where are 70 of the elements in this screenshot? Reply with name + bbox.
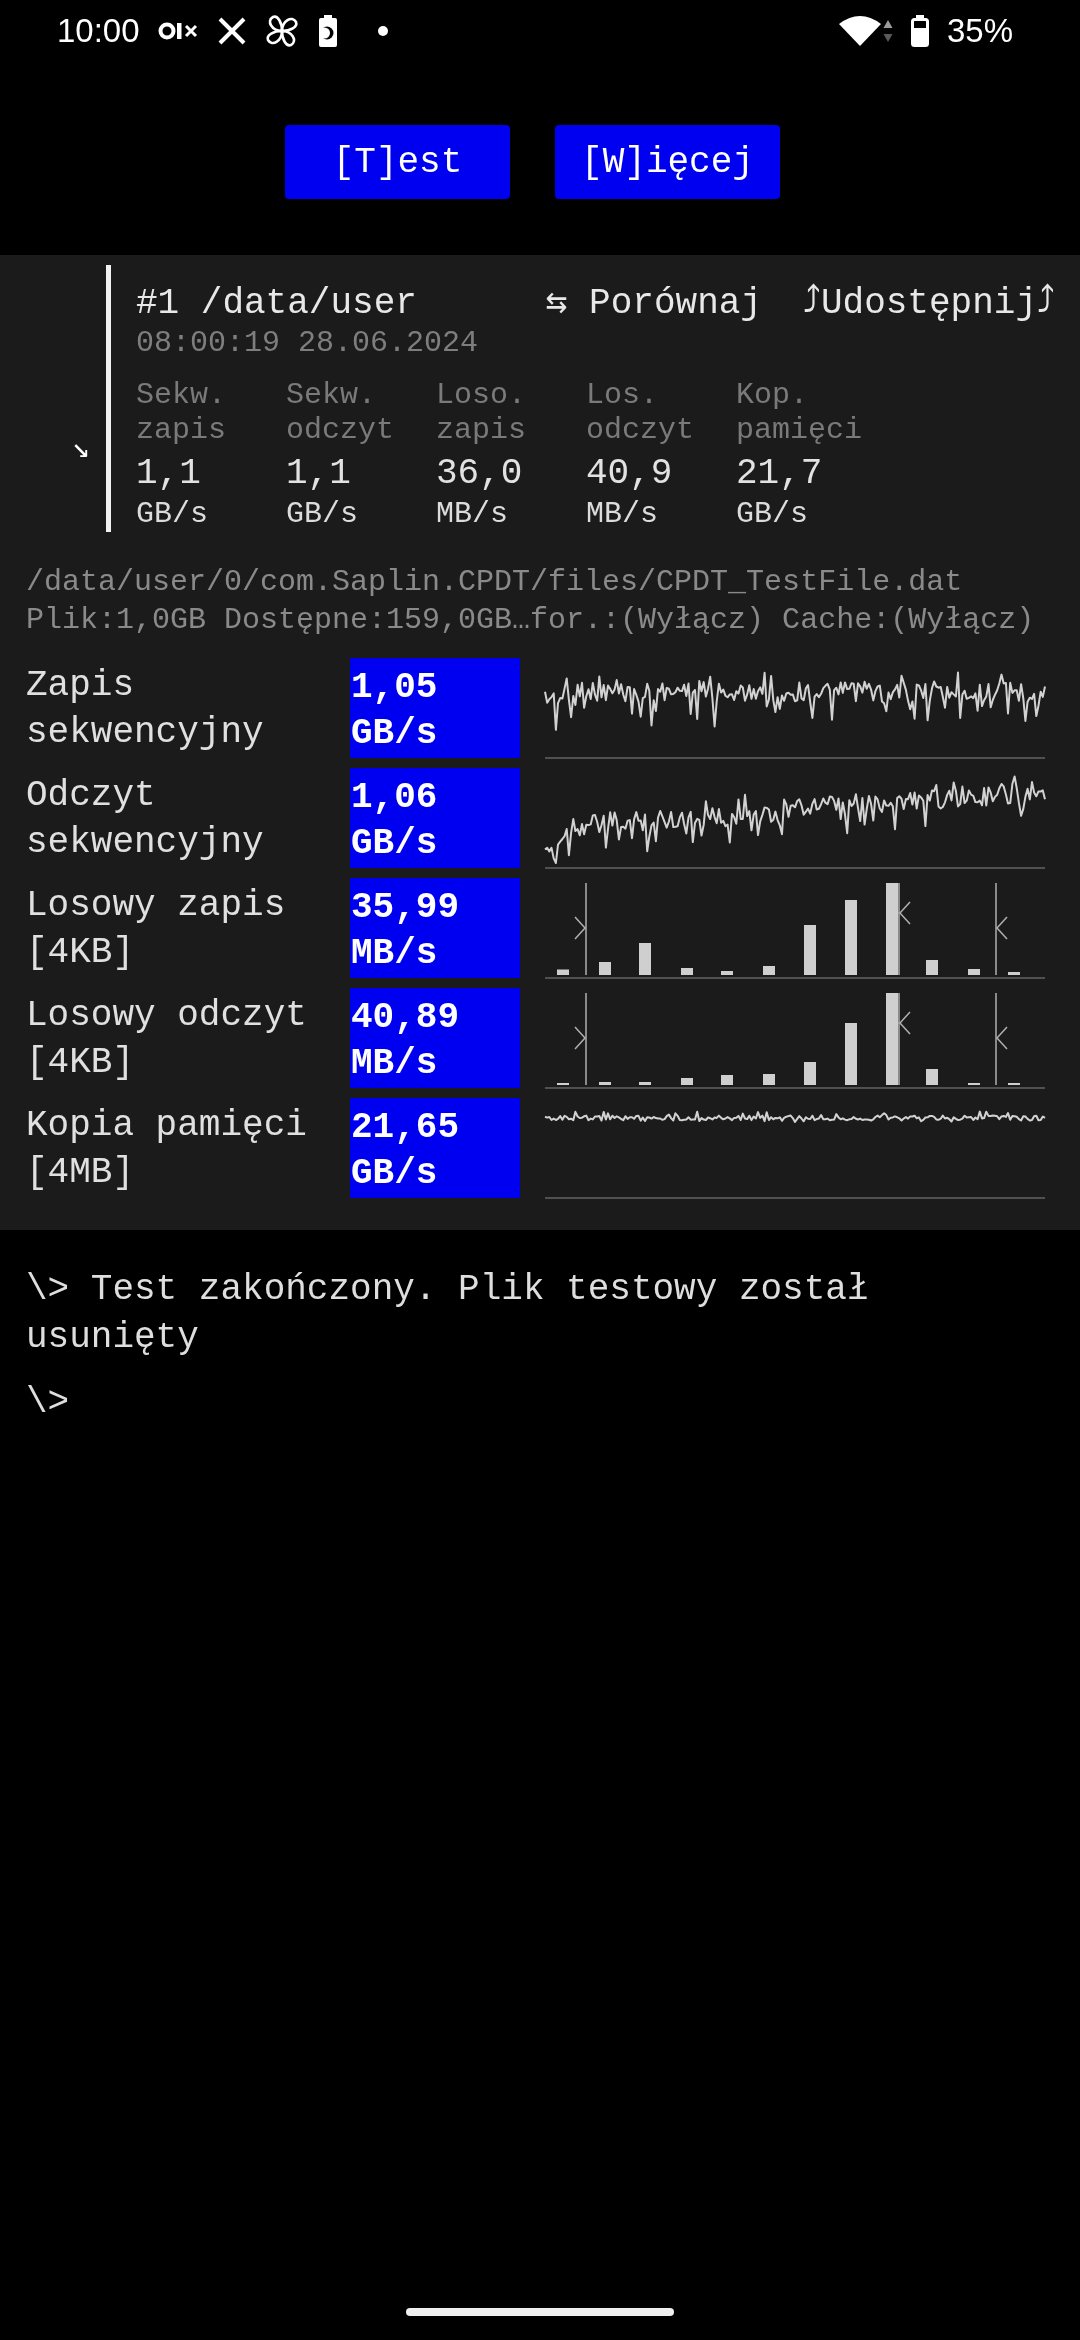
collapse-toggle[interactable]: ↘ (71, 432, 90, 466)
file-info: Plik:1,0GB Dostępne:159,0GB…for.:(Wyłącz) Cache:(Wyłącz) (25, 602, 1036, 639)
status-time: 10:00 (57, 11, 140, 51)
histogram-bar (639, 943, 651, 975)
result-title: #1 /data/user (136, 283, 417, 325)
histogram-bar (763, 966, 775, 975)
console-line: \> (26, 1381, 71, 1425)
chevron-mark (574, 1026, 586, 1050)
pinwheel-icon (263, 13, 300, 49)
share-button[interactable]: ⤴Udostępnij⤴ (802, 283, 1055, 325)
result-timestamp: 08:00:19 28.06.2024 (136, 325, 480, 361)
test-name: Losowy zapis [4KB] (26, 884, 287, 975)
metric-label: Kop. pamięci (736, 378, 864, 448)
metric-value: 40,9 (586, 452, 674, 496)
test-name: Losowy odczyt [4KB] (26, 994, 308, 1085)
histogram-bar (1008, 972, 1020, 975)
chevron-mark (899, 1011, 911, 1035)
more-button[interactable]: [W]ięcej (555, 125, 780, 199)
speed-value: 1,06 GB/s (350, 768, 520, 868)
histogram-bar (557, 969, 569, 975)
test-button[interactable]: [T]est (285, 125, 510, 199)
console-line: \> Test zakończony. Plik testowy został usunięty (26, 1268, 870, 1360)
speed-value: 21,65 GB/s (350, 1098, 520, 1198)
metric-label: Los. odczyt (586, 378, 696, 448)
histogram-bar (681, 968, 693, 975)
metric-unit: MB/s (586, 496, 659, 532)
metric-label: Loso. zapis (436, 378, 527, 448)
chevron-mark (574, 916, 586, 940)
data-arrows-icon (882, 19, 893, 43)
metric-value: 1,1 (136, 452, 202, 496)
metric-unit: GB/s (286, 496, 359, 532)
metric-value: 36,0 (436, 452, 524, 496)
histogram-bar (804, 925, 816, 975)
speed-value: 35,99 MB/s (350, 878, 520, 978)
battery-percent: 35% (946, 11, 1013, 51)
test-name: Odczyt sekwencyjny (26, 774, 265, 865)
histogram-bar (599, 1082, 611, 1085)
metric-value: 1,1 (286, 452, 352, 496)
wifi-icon (838, 16, 881, 46)
file-path: /data/user/0/com.Saplin.CPDT/files/CPDT_TestFile.dat (25, 564, 964, 601)
metric-unit: GB/s (136, 496, 209, 532)
histogram-bar (926, 960, 938, 975)
dot-icon (377, 26, 388, 36)
test-name: Zapis sekwencyjny (26, 664, 265, 755)
metric-label: Sekw. zapis (136, 378, 227, 448)
histogram-bar (926, 1069, 938, 1085)
speed-value: 40,89 MB/s (350, 988, 520, 1088)
test-name: Kopia pamięci [4MB] (26, 1104, 308, 1195)
metric-unit: GB/s (736, 496, 809, 532)
speed-value: 1,05 GB/s (350, 658, 520, 758)
compare-button[interactable]: ⇆ Porównaj (545, 283, 762, 325)
histogram-bar (721, 971, 733, 975)
chevron-mark (996, 916, 1008, 940)
histogram-bar (681, 1078, 693, 1085)
histogram-bar (845, 1023, 857, 1085)
histogram-bar (763, 1074, 775, 1085)
chevron-mark (996, 1026, 1008, 1050)
battery-moon-icon (317, 15, 338, 47)
histogram-bar (639, 1082, 651, 1085)
histogram-bar (804, 1062, 816, 1085)
chevron-mark (899, 901, 911, 925)
histogram-bar (599, 962, 611, 975)
metric-value: 21,7 (736, 452, 824, 496)
cross-icon (217, 17, 246, 45)
metric-label: Sekw. odczyt (286, 378, 396, 448)
metric-unit: MB/s (436, 496, 509, 532)
histogram-bar (721, 1075, 733, 1085)
ring-bar-cross-icon (157, 21, 200, 41)
histogram-bar (968, 969, 980, 975)
battery-icon (910, 15, 929, 47)
